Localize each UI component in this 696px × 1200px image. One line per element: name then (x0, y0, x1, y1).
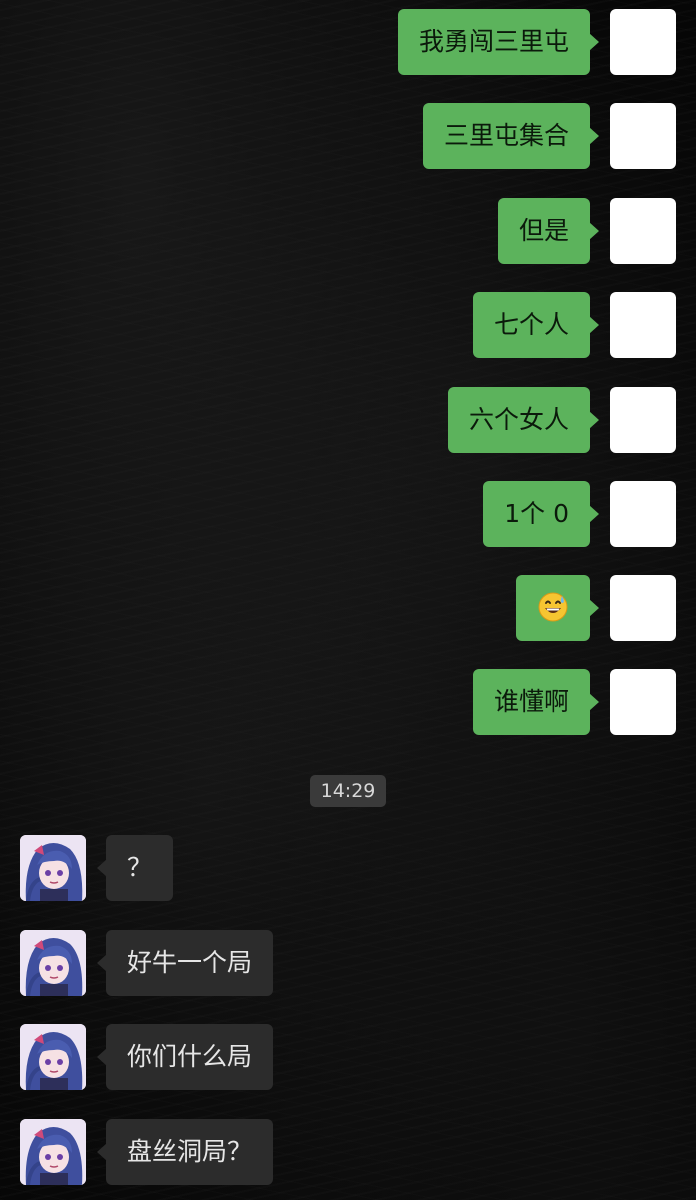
self-avatar[interactable] (610, 198, 676, 264)
self-avatar[interactable] (610, 103, 676, 169)
message-bubble-outgoing[interactable]: 但是 (497, 198, 600, 264)
message-text: 我勇闯三里屯 (418, 27, 569, 56)
message-bubble-outgoing[interactable]: 三里屯集合 (422, 103, 600, 169)
message-bubble-outgoing[interactable]: 六个女人 (447, 387, 600, 453)
self-avatar[interactable] (610, 9, 676, 75)
anime-girl-avatar-icon (20, 1024, 86, 1090)
message-row-outgoing (516, 575, 676, 641)
message-row-incoming: ？ (20, 835, 174, 901)
message-text: 你们什么局 (127, 1042, 253, 1071)
message-text: 盘丝洞局？ (127, 1137, 253, 1166)
message-text: 六个女人 (468, 405, 569, 434)
message-text: 1个 0 (504, 499, 569, 528)
message-text: ？ (127, 853, 153, 882)
self-avatar[interactable] (610, 292, 676, 358)
message-row-outgoing: 1个 0 (483, 481, 676, 547)
message-row-outgoing: 我勇闯三里屯 (397, 9, 676, 75)
self-avatar[interactable] (610, 387, 676, 453)
message-bubble-outgoing[interactable]: 七个人 (472, 292, 600, 358)
anime-girl-avatar-icon (20, 1119, 86, 1185)
message-text: 三里屯集合 (443, 121, 569, 150)
anime-girl-avatar-icon (20, 930, 86, 996)
message-bubble-outgoing[interactable]: 我勇闯三里屯 (397, 9, 600, 75)
chat-view: 我勇闯三里屯 三里屯集合 但是 七个人 六个女人 1个 0 谁懂啊 14:29 … (0, 0, 696, 1200)
message-row-outgoing: 七个人 (472, 292, 676, 358)
message-text: 但是 (518, 216, 569, 245)
timestamp: 14:29 (310, 775, 386, 807)
message-bubble-outgoing[interactable] (516, 575, 599, 641)
anime-girl-avatar-icon (20, 835, 86, 901)
self-avatar[interactable] (610, 481, 676, 547)
message-text: 七个人 (493, 310, 569, 339)
contact-avatar[interactable] (20, 930, 86, 996)
contact-avatar[interactable] (20, 1024, 86, 1090)
message-row-outgoing: 但是 (497, 198, 676, 264)
message-row-incoming: 好牛一个局 (20, 930, 274, 996)
message-bubble-incoming[interactable]: 盘丝洞局？ (96, 1119, 274, 1185)
message-text: 好牛一个局 (127, 948, 253, 977)
grinning-face-with-sweat-icon (538, 592, 568, 622)
message-text: 谁懂啊 (493, 687, 569, 716)
message-row-outgoing: 三里屯集合 (422, 103, 676, 169)
contact-avatar[interactable] (20, 835, 86, 901)
message-row-incoming: 你们什么局 (20, 1024, 274, 1090)
message-bubble-incoming[interactable]: 好牛一个局 (96, 930, 274, 996)
message-bubble-incoming[interactable]: ？ (96, 835, 174, 901)
message-bubble-outgoing[interactable]: 1个 0 (483, 481, 599, 547)
contact-avatar[interactable] (20, 1119, 86, 1185)
message-bubble-outgoing[interactable]: 谁懂啊 (472, 669, 600, 735)
message-bubble-incoming[interactable]: 你们什么局 (96, 1024, 274, 1090)
self-avatar[interactable] (610, 669, 676, 735)
self-avatar[interactable] (610, 575, 676, 641)
message-row-outgoing: 六个女人 (447, 387, 676, 453)
message-row-incoming: 盘丝洞局？ (20, 1119, 274, 1185)
message-row-outgoing: 谁懂啊 (472, 669, 676, 735)
